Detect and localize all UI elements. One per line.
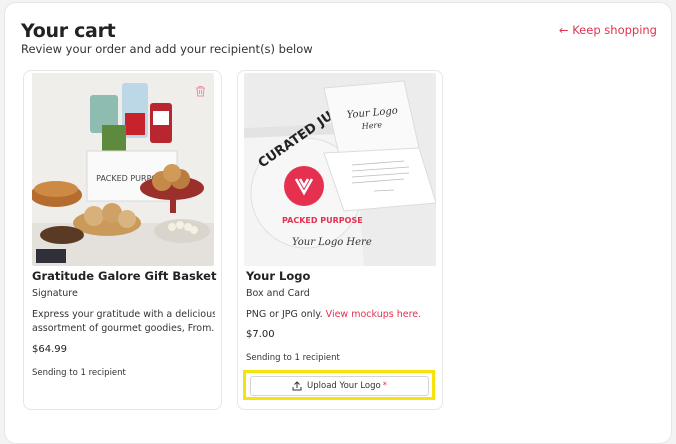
item-sending: Sending to 1 recipient	[32, 368, 126, 378]
item-name: Gratitude Galore Gift Basket	[32, 269, 217, 283]
box-brand-text: PACKED PURPOSE	[282, 216, 363, 225]
cart-panel: Your cart Review your order and add your…	[4, 2, 672, 444]
cart-item-your-logo: CURATED JUS PACKED PURPOSE Your Logo Her…	[237, 70, 443, 410]
item-description-line1: Express your gratitude with a delicious	[32, 309, 215, 320]
item-price: $7.00	[246, 329, 275, 340]
cart-item-gift-basket: PACKED PURPOSE Gratitude Galore Gift Bas…	[23, 70, 222, 410]
item-price: $64.99	[32, 344, 67, 355]
item-file-note: PNG or JPG only. View mockups here.	[246, 308, 429, 322]
page-subtitle: Review your order and add your recipient…	[21, 42, 313, 56]
trash-icon[interactable]	[195, 82, 206, 97]
item-variant: Box and Card	[246, 288, 310, 299]
upload-icon	[292, 381, 302, 391]
item-sending: Sending to 1 recipient	[246, 353, 340, 363]
file-note-text: PNG or JPG only.	[246, 309, 326, 320]
item-name: Your Logo	[246, 269, 311, 283]
keep-shopping-link[interactable]: ← Keep shopping	[559, 23, 657, 37]
item-description-line2: assortment of gourmet goodies, From...	[32, 323, 215, 334]
upload-logo-label: Upload Your Logo	[307, 381, 381, 391]
item-description: Express your gratitude with a delicious …	[32, 308, 215, 336]
logo-box-image: CURATED JUS PACKED PURPOSE Your Logo Her…	[244, 73, 436, 266]
upload-logo-button[interactable]: Upload Your Logo *	[250, 376, 429, 396]
required-marker: *	[382, 381, 387, 391]
view-mockups-link[interactable]: View mockups here.	[326, 309, 422, 320]
page-title: Your cart	[21, 20, 116, 42]
box-logo-text: Your Logo Here	[292, 237, 372, 248]
svg-text:Here: Here	[360, 120, 382, 131]
upload-highlight: Upload Your Logo *	[243, 370, 435, 400]
item-variant: Signature	[32, 288, 78, 299]
gift-basket-image: PACKED PURPOSE	[32, 73, 214, 266]
